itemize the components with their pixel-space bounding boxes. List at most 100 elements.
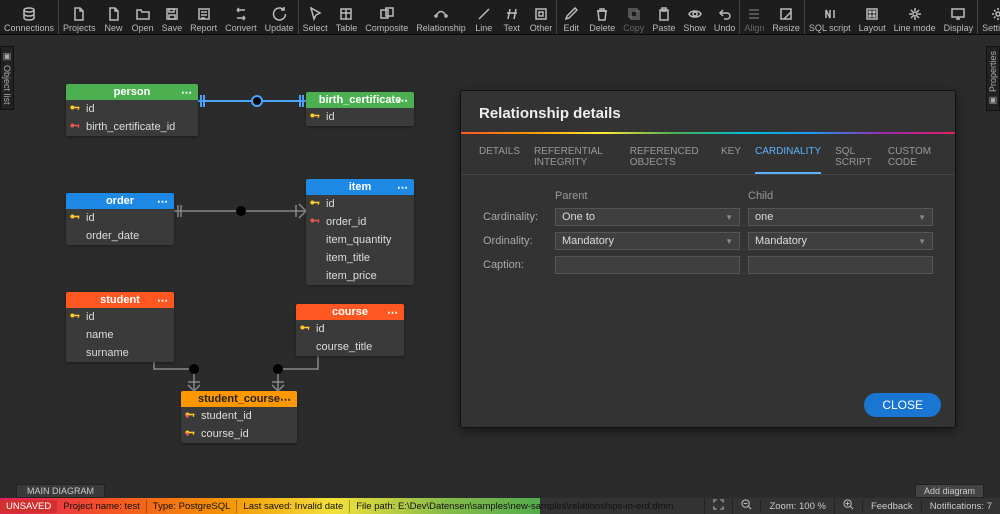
- new-button[interactable]: New: [100, 0, 128, 34]
- copy-button[interactable]: Copy: [619, 0, 648, 34]
- settings-button[interactable]: Settings: [978, 0, 1000, 34]
- tab-details[interactable]: DETAILS: [479, 140, 520, 174]
- properties-tab[interactable]: ▣Properties: [986, 46, 1000, 111]
- entity-person[interactable]: person⋯ idbirth_certificate_id: [66, 84, 198, 136]
- notifications-button[interactable]: Notifications: 7: [921, 500, 1000, 513]
- cardinality-parent-select[interactable]: One to▼: [555, 208, 740, 226]
- caption-parent-input[interactable]: [555, 256, 740, 274]
- chevron-down-icon: ▼: [918, 237, 926, 246]
- column[interactable]: id: [66, 209, 174, 227]
- cardinality-child-select[interactable]: one▼: [748, 208, 933, 226]
- projects-button[interactable]: Projects: [59, 0, 100, 34]
- status-project: Project name: test: [57, 500, 146, 513]
- tab-cardinality[interactable]: CARDINALITY: [755, 140, 821, 174]
- chevron-down-icon: ▼: [725, 213, 733, 222]
- column[interactable]: item_quantity: [306, 231, 414, 249]
- diagram-tabs: MAIN DIAGRAM Add diagram: [16, 482, 984, 499]
- relationship-button[interactable]: Relationship: [412, 0, 470, 34]
- sql-button[interactable]: SQL script: [805, 0, 855, 34]
- column[interactable]: id: [296, 320, 404, 338]
- column[interactable]: student_id: [181, 407, 297, 425]
- open-button[interactable]: Open: [128, 0, 158, 34]
- column[interactable]: surname: [66, 344, 174, 362]
- tab-sql-script[interactable]: SQL SCRIPT: [835, 140, 874, 174]
- align-button[interactable]: Align: [740, 0, 768, 34]
- column[interactable]: name: [66, 326, 174, 344]
- fit-button[interactable]: [704, 498, 732, 514]
- layout-button[interactable]: Layout: [855, 0, 890, 34]
- show-button[interactable]: Show: [679, 0, 710, 34]
- composite-button[interactable]: Composite: [361, 0, 412, 34]
- column[interactable]: id: [66, 308, 174, 326]
- main-toolbar: ConnectionsProjectsNewOpenSaveReportConv…: [0, 0, 1000, 35]
- entity-order[interactable]: order⋯ idorder_date: [66, 193, 174, 245]
- caption-child-input[interactable]: [748, 256, 933, 274]
- entity-student[interactable]: student⋯ idnamesurname: [66, 292, 174, 362]
- connections-button[interactable]: Connections: [0, 0, 58, 34]
- undo-button[interactable]: Undo: [710, 0, 740, 34]
- menu-icon[interactable]: ⋯: [397, 181, 408, 194]
- status-type: Type: PostgreSQL: [146, 500, 237, 513]
- column[interactable]: birth_certificate_id: [66, 118, 198, 136]
- panel-title: Relationship details: [461, 91, 955, 132]
- update-button[interactable]: Update: [261, 0, 298, 34]
- object-list-tab[interactable]: ▣Object list: [0, 46, 14, 110]
- menu-icon[interactable]: ⋯: [157, 195, 168, 208]
- select-button[interactable]: Select: [299, 0, 332, 34]
- entity-item[interactable]: item⋯ idorder_iditem_quantityitem_titlei…: [306, 179, 414, 285]
- menu-icon[interactable]: ⋯: [181, 86, 192, 99]
- diagram-canvas[interactable]: person⋯ idbirth_certificate_id birth_cer…: [16, 36, 984, 484]
- column[interactable]: item_price: [306, 267, 414, 285]
- status-unsaved: UNSAVED: [0, 500, 57, 513]
- save-button[interactable]: Save: [158, 0, 187, 34]
- tab-custom-code[interactable]: CUSTOM CODE: [888, 140, 937, 174]
- relationship-details-panel: Relationship details DETAILS REFERENTIAL …: [460, 90, 956, 428]
- menu-icon[interactable]: ⋯: [157, 294, 168, 307]
- add-diagram-button[interactable]: Add diagram: [915, 484, 984, 498]
- entity-course[interactable]: course⋯ idcourse_title: [296, 304, 404, 356]
- col-header-parent: Parent: [551, 187, 744, 205]
- resize-button[interactable]: Resize: [768, 0, 804, 34]
- menu-icon[interactable]: ⋯: [387, 306, 398, 319]
- column[interactable]: order_id: [306, 213, 414, 231]
- display-button[interactable]: Display: [940, 0, 978, 34]
- paste-button[interactable]: Paste: [648, 0, 679, 34]
- ordinality-child-select[interactable]: Mandatory▼: [748, 232, 933, 250]
- other-button[interactable]: Other: [526, 0, 557, 34]
- status-zoom[interactable]: Zoom: 100 %: [760, 500, 834, 513]
- entity-birth-certificate[interactable]: birth_certificate⋯ id: [306, 92, 414, 126]
- column[interactable]: id: [306, 195, 414, 213]
- ordinality-parent-select[interactable]: Mandatory▼: [555, 232, 740, 250]
- column[interactable]: course_id: [181, 425, 297, 443]
- report-button[interactable]: Report: [186, 0, 221, 34]
- col-header-child: Child: [744, 187, 937, 205]
- tab-key[interactable]: KEY: [721, 140, 741, 174]
- menu-icon[interactable]: ⋯: [280, 393, 291, 406]
- entity-student-course[interactable]: student_course⋯ student_idcourse_id: [181, 391, 297, 443]
- column[interactable]: id: [66, 100, 198, 118]
- menu-icon[interactable]: ⋯: [397, 94, 408, 107]
- feedback-button[interactable]: Feedback: [862, 500, 921, 513]
- status-bar: UNSAVED Project name: test Type: Postgre…: [0, 498, 1000, 514]
- tab-referenced-objects[interactable]: REFERENCED OBJECTS: [630, 140, 707, 174]
- line-button[interactable]: Line: [470, 0, 498, 34]
- column[interactable]: id: [306, 108, 414, 126]
- tab-referential-integrity[interactable]: REFERENTIAL INTEGRITY: [534, 140, 616, 174]
- close-button[interactable]: CLOSE: [864, 393, 941, 417]
- text-button[interactable]: Text: [498, 0, 526, 34]
- delete-button[interactable]: Delete: [585, 0, 619, 34]
- edit-button[interactable]: Edit: [557, 0, 585, 34]
- table-button[interactable]: Table: [332, 0, 362, 34]
- label-cardinality: Cardinality:: [479, 205, 551, 229]
- convert-button[interactable]: Convert: [221, 0, 261, 34]
- linemode-button[interactable]: Line mode: [890, 0, 940, 34]
- column[interactable]: item_title: [306, 249, 414, 267]
- column[interactable]: course_title: [296, 338, 404, 356]
- main-diagram-tab[interactable]: MAIN DIAGRAM: [16, 484, 105, 498]
- label-ordinality: Ordinality:: [479, 229, 551, 253]
- panel-tabs: DETAILS REFERENTIAL INTEGRITY REFERENCED O…: [461, 140, 955, 175]
- zoom-out-button[interactable]: [732, 498, 760, 514]
- chevron-down-icon: ▼: [918, 213, 926, 222]
- column[interactable]: order_date: [66, 227, 174, 245]
- zoom-in-button[interactable]: [834, 498, 862, 514]
